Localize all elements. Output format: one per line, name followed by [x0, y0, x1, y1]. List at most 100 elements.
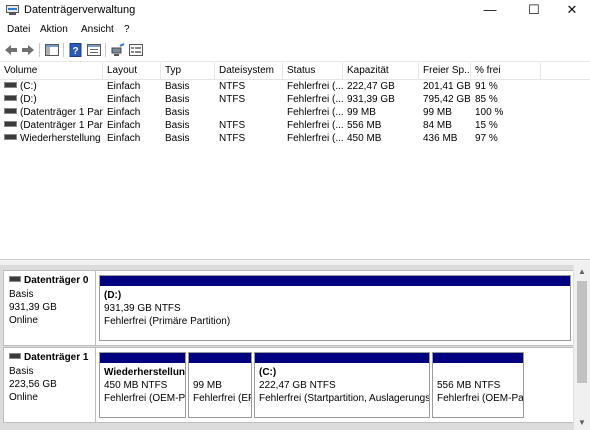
volume-icon	[4, 108, 17, 115]
volume-name: (Datenträger 1 Par...	[20, 107, 103, 118]
volume-free-space: 201,41 GB	[423, 81, 471, 92]
disk-row: Datenträger 1 Basis 223,56 GB Online Wie…	[3, 347, 574, 423]
disk-graph-view: Datenträger 0 Basis 931,39 GB Online (D:…	[0, 265, 590, 430]
volume-percent-free: 15 %	[475, 120, 498, 131]
disk-type: Basis	[9, 289, 34, 300]
volume-status: Fehlerfrei (...	[287, 107, 343, 118]
minimize-button[interactable]: —	[470, 0, 510, 21]
column-header-kapazitaet[interactable]: Kapazität	[343, 63, 419, 79]
partition-title: Wiederherstellun	[104, 367, 186, 378]
partition-block[interactable]: 556 MB NTFS Fehlerfrei (OEM-Par	[432, 352, 524, 418]
partition-block[interactable]: (D:) 931,39 GB NTFS Fehlerfrei (Primäre …	[99, 275, 571, 341]
properties-icon[interactable]	[86, 43, 102, 57]
volume-name: (D:)	[20, 94, 37, 105]
volume-status: Fehlerfrei (...	[287, 120, 343, 131]
toolbar-separator	[105, 43, 106, 57]
connect-icon[interactable]	[110, 43, 126, 57]
back-arrow-icon[interactable]	[3, 43, 19, 57]
volume-icon	[4, 121, 17, 128]
volume-percent-free: 100 %	[475, 107, 504, 118]
disk-name: Datenträger 1	[24, 352, 89, 363]
volume-name: Wiederherstellung	[20, 133, 101, 144]
column-header-freier-speicher[interactable]: Freier Sp...	[419, 63, 471, 79]
volume-icon	[4, 95, 17, 102]
settings-icon[interactable]	[128, 43, 144, 57]
partition-title: (D:)	[104, 290, 122, 301]
maximize-button[interactable]: ☐	[514, 0, 554, 21]
scroll-down-arrow-icon[interactable]: ▼	[574, 416, 590, 430]
volume-filesystem: NTFS	[219, 81, 246, 92]
partition-status: Fehlerfrei (OEM-Pa	[104, 393, 186, 404]
partition-block[interactable]: (C:) 222,47 GB NTFS Fehlerfrei (Startpar…	[254, 352, 430, 418]
volume-row[interactable]: (Datenträger 1 Par... Einfach Basis NTFS…	[0, 119, 590, 132]
help-icon[interactable]: ?	[68, 43, 84, 57]
partition-size: 222,47 GB NTFS	[259, 380, 336, 391]
partition-size: 99 MB	[193, 380, 222, 391]
volume-filesystem: NTFS	[219, 120, 246, 131]
volume-percent-free: 97 %	[475, 133, 498, 144]
volume-free-space: 84 MB	[423, 120, 452, 131]
volume-free-space: 436 MB	[423, 133, 458, 144]
volume-filesystem: NTFS	[219, 133, 246, 144]
disk-icon	[9, 353, 21, 360]
menu-ansicht[interactable]: Ansicht	[81, 24, 114, 35]
volume-row[interactable]: Wiederherstellung Einfach Basis NTFS Feh…	[0, 132, 590, 145]
column-header-typ[interactable]: Typ	[161, 63, 215, 79]
partition-header-bar	[100, 353, 185, 363]
volume-percent-free: 91 %	[475, 81, 498, 92]
disk-name: Datenträger 0	[24, 275, 89, 286]
close-button[interactable]: ✕	[552, 0, 590, 21]
partition-size: 556 MB NTFS	[437, 380, 501, 391]
column-header-dateisystem[interactable]: Dateisystem	[215, 63, 283, 79]
column-header-volume[interactable]: Volume	[0, 63, 103, 79]
volume-capacity: 99 MB	[347, 107, 376, 118]
title-bar: Datenträgerverwaltung — ☐ ✕	[0, 0, 590, 21]
svg-text:?: ?	[72, 46, 78, 57]
disk-info-panel[interactable]: Datenträger 1 Basis 223,56 GB Online	[4, 348, 96, 422]
partition-block[interactable]: Wiederherstellun 450 MB NTFS Fehlerfrei …	[99, 352, 186, 418]
volume-percent-free: 85 %	[475, 94, 498, 105]
volume-row[interactable]: (Datenträger 1 Par... Einfach Basis Fehl…	[0, 106, 590, 119]
disk-info-panel[interactable]: Datenträger 0 Basis 931,39 GB Online	[4, 271, 96, 345]
column-header-prozent-frei[interactable]: % frei	[471, 63, 541, 79]
disk-state: Online	[9, 315, 38, 326]
partition-header-bar	[100, 276, 570, 286]
forward-arrow-icon[interactable]	[20, 43, 36, 57]
menu-aktion[interactable]: Aktion	[40, 24, 68, 35]
volume-list-header: Volume Layout Typ Dateisystem Status Kap…	[0, 63, 590, 80]
console-tree-icon[interactable]	[44, 43, 60, 57]
partition-block[interactable]: 99 MB Fehlerfrei (EF	[188, 352, 252, 418]
volume-list: Volume Layout Typ Dateisystem Status Kap…	[0, 63, 590, 259]
volume-row[interactable]: (D:) Einfach Basis NTFS Fehlerfrei (... …	[0, 93, 590, 106]
graph-scrollbar[interactable]: ▲ ▼	[573, 265, 590, 430]
volume-free-space: 99 MB	[423, 107, 452, 118]
window-title: Datenträgerverwaltung	[24, 4, 136, 16]
volume-type: Basis	[165, 81, 190, 92]
menu-help[interactable]: ?	[124, 24, 130, 35]
toolbar: ?	[0, 39, 590, 62]
volume-name: (C:)	[20, 81, 37, 92]
volume-status: Fehlerfrei (...	[287, 81, 343, 92]
volume-type: Basis	[165, 133, 190, 144]
toolbar-separator	[63, 43, 64, 57]
partition-size: 931,39 GB NTFS	[104, 303, 181, 314]
partition-header-bar	[255, 353, 429, 363]
disk-row: Datenträger 0 Basis 931,39 GB Online (D:…	[3, 270, 574, 346]
scrollbar-thumb[interactable]	[577, 281, 587, 383]
partition-size: 450 MB NTFS	[104, 380, 168, 391]
partition-header-bar	[189, 353, 251, 363]
column-header-status[interactable]: Status	[283, 63, 343, 79]
menu-datei[interactable]: Datei	[7, 24, 30, 35]
partition-status: Fehlerfrei (EF	[193, 393, 252, 404]
volume-type: Basis	[165, 107, 190, 118]
disk-icon	[9, 276, 21, 283]
volume-name: (Datenträger 1 Par...	[20, 120, 103, 131]
menu-bar: Datei Aktion Ansicht ?	[0, 21, 590, 39]
scroll-up-arrow-icon[interactable]: ▲	[574, 265, 590, 279]
column-header-layout[interactable]: Layout	[103, 63, 161, 79]
volume-capacity: 556 MB	[347, 120, 382, 131]
volume-row[interactable]: (C:) Einfach Basis NTFS Fehlerfrei (... …	[0, 80, 590, 93]
volume-icon	[4, 82, 17, 89]
volume-layout: Einfach	[107, 133, 141, 144]
volume-status: Fehlerfrei (...	[287, 94, 343, 105]
